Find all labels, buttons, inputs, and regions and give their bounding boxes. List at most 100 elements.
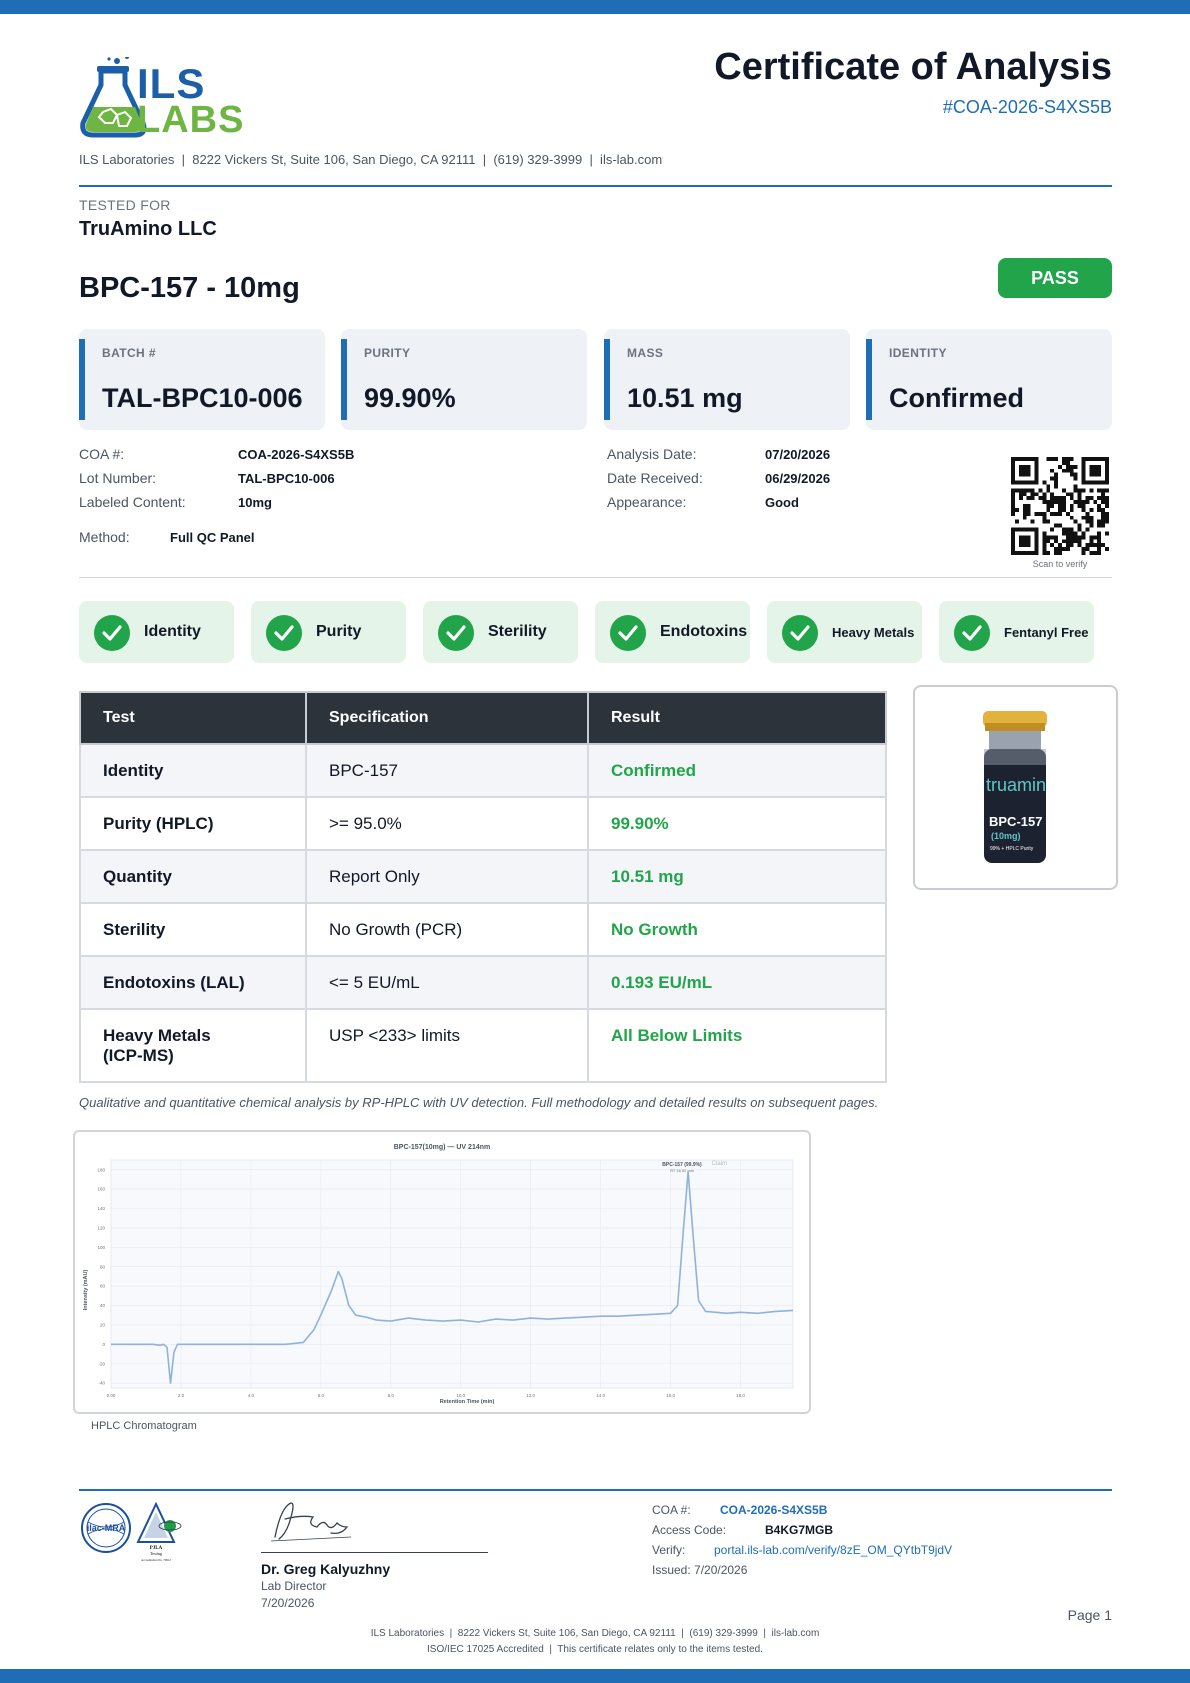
table-row: Purity (HPLC) >= 95.0% 99.90% bbox=[79, 796, 887, 851]
footer-divider bbox=[79, 1489, 1112, 1491]
footer-coa-value: COA-2026-S4XS5B bbox=[720, 1503, 828, 1517]
result-cell: No Growth bbox=[587, 902, 887, 957]
coa-number-label: COA #: bbox=[79, 446, 125, 462]
results-table: Test Specification Result Identity BPC-1… bbox=[79, 691, 887, 1083]
check-icon bbox=[610, 615, 646, 651]
y-tick-label: 120 bbox=[97, 1226, 105, 1231]
issued-date: Issued: 7/20/2026 bbox=[652, 1563, 748, 1577]
check-icon bbox=[782, 615, 818, 651]
pill-label: Sterility bbox=[488, 623, 547, 640]
plot-area bbox=[110, 1159, 794, 1389]
chromatogram-chart: BPC-157(10mg) — UV 214nm Claim Retention… bbox=[83, 1144, 794, 1405]
appearance-value: Good bbox=[765, 495, 799, 510]
check-icon bbox=[438, 615, 474, 651]
x-tick-label: 14.0 bbox=[596, 1393, 605, 1398]
y-tick-label: -20 bbox=[98, 1361, 105, 1366]
signature-image bbox=[270, 1502, 352, 1542]
x-tick-label: 18.0 bbox=[736, 1393, 745, 1398]
card-label: BATCH # bbox=[102, 346, 156, 360]
pill-label: Endotoxins bbox=[660, 623, 748, 640]
pill-sterility: Sterility bbox=[423, 601, 578, 663]
y-tick-label: 180 bbox=[97, 1167, 105, 1172]
section-divider bbox=[79, 577, 1112, 578]
identity-card: IDENTITY Confirmed bbox=[866, 329, 1112, 430]
card-value: Confirmed bbox=[889, 383, 1024, 413]
y-axis-label: Intensity (mAU) bbox=[83, 1270, 89, 1311]
pill-endotoxins: Endotoxins bbox=[595, 601, 750, 663]
card-label: IDENTITY bbox=[889, 346, 947, 360]
card-label: PURITY bbox=[364, 346, 411, 360]
vial-brand-text: truamin bbox=[986, 775, 1046, 795]
test-cell: Identity bbox=[79, 743, 307, 798]
footer-lab-info: ILS Laboratories | 8222 Vickers St, Suit… bbox=[370, 1628, 820, 1639]
tested-for-label: TESTED FOR bbox=[79, 197, 171, 213]
logo-wordmark-labs: LABS bbox=[137, 99, 245, 141]
labeled-content-value: 10mg bbox=[238, 495, 272, 510]
verify-label: Verify: bbox=[652, 1543, 686, 1557]
footer-coa-label: COA #: bbox=[652, 1503, 691, 1517]
check-icon bbox=[94, 615, 130, 651]
top-accent-bar bbox=[0, 0, 1190, 14]
header-divider bbox=[79, 185, 1112, 187]
vial-note-text: 99% + HPLC Purity bbox=[990, 846, 1034, 852]
pill-label: Heavy Metals bbox=[832, 624, 915, 640]
column-header-test: Test bbox=[79, 691, 307, 745]
x-tick-label: 2.0 bbox=[178, 1393, 185, 1398]
mass-card: MASS 10.51 mg bbox=[604, 329, 850, 430]
signer-name: Dr. Greg Kalyuzhny bbox=[261, 1561, 391, 1577]
x-axis-label: Retention Time (min) bbox=[440, 1399, 495, 1405]
qr-modules bbox=[1011, 457, 1109, 555]
analysis-date-label: Analysis Date: bbox=[607, 446, 697, 462]
x-tick-label: 16.0 bbox=[666, 1393, 675, 1398]
page-number: Page 1 bbox=[1067, 1607, 1112, 1623]
test-cell: Quantity bbox=[79, 849, 307, 904]
x-tick-label: 8.0 bbox=[388, 1393, 395, 1398]
y-tick-label: -40 bbox=[98, 1381, 105, 1386]
purity-card: PURITY 99.90% bbox=[341, 329, 587, 430]
pass-status-badge: PASS bbox=[998, 258, 1112, 298]
table-row: Sterility No Growth (PCR) No Growth bbox=[79, 902, 887, 957]
x-tick-label: 12.0 bbox=[526, 1393, 535, 1398]
coa-number-value: COA-2026-S4XS5B bbox=[238, 447, 355, 462]
pill-label: Purity bbox=[316, 623, 362, 640]
product-name: BPC-157 - 10mg bbox=[79, 272, 300, 304]
spec-cell: <= 5 EU/mL bbox=[305, 955, 589, 1010]
test-cell: Heavy Metals (ICP-MS) bbox=[79, 1008, 307, 1083]
check-icon bbox=[266, 615, 302, 651]
x-tick-label: 4.0 bbox=[248, 1393, 255, 1398]
pill-label: Identity bbox=[144, 623, 201, 640]
spec-cell: BPC-157 bbox=[305, 743, 589, 798]
access-code-label: Access Code: bbox=[652, 1523, 727, 1537]
document-number: #COA-2026-S4XS5B bbox=[942, 97, 1112, 117]
lab-contact-info: ILS Laboratories | 8222 Vickers St, Suit… bbox=[79, 152, 663, 167]
date-received-label: Date Received: bbox=[607, 470, 703, 486]
peak-sublabel: RT 16.52 min bbox=[670, 1168, 694, 1173]
accreditation-seals-icon: ilac-MRA PJLA Testing Accreditation No. … bbox=[81, 1502, 182, 1562]
y-tick-label: 80 bbox=[100, 1264, 106, 1269]
footer-accreditation-note: ISO/IEC 17025 Accredited | This certific… bbox=[427, 1644, 763, 1655]
test-cell: Sterility bbox=[79, 902, 307, 957]
chromatogram-caption: HPLC Chromatogram bbox=[91, 1420, 197, 1432]
method-note: Qualitative and quantitative chemical an… bbox=[79, 1095, 879, 1110]
pjla-seal-subtext: Testing bbox=[150, 1551, 162, 1556]
signer-role: Lab Director bbox=[261, 1579, 327, 1593]
result-cell: Confirmed bbox=[587, 743, 887, 798]
chart-legend: Claim bbox=[712, 1161, 727, 1167]
lot-number-value: TAL-BPC10-006 bbox=[238, 471, 335, 486]
y-tick-label: 60 bbox=[100, 1284, 106, 1289]
client-name: TruAmino LLC bbox=[79, 218, 217, 240]
pill-identity: Identity bbox=[79, 601, 234, 663]
column-header-result: Result bbox=[587, 691, 887, 745]
vial-dose-text: (10mg) bbox=[991, 831, 1021, 841]
result-cell: All Below Limits bbox=[587, 1008, 887, 1083]
product-image-frame: truamin BPC-157 (10mg) 99% + HPLC Purity bbox=[913, 685, 1118, 890]
verify-link[interactable]: portal.ils-lab.com/verify/8zE_OM_QYtbT9j… bbox=[714, 1543, 952, 1557]
lot-number-label: Lot Number: bbox=[79, 470, 157, 486]
card-value: 99.90% bbox=[364, 383, 456, 413]
y-tick-label: 100 bbox=[97, 1245, 105, 1250]
verification-qr-code[interactable] bbox=[1011, 457, 1109, 555]
test-cell: Endotoxins (LAL) bbox=[79, 955, 307, 1010]
result-cell: 10.51 mg bbox=[587, 849, 887, 904]
signature-line bbox=[261, 1552, 488, 1553]
vial-product-text: BPC-157 bbox=[989, 814, 1042, 829]
